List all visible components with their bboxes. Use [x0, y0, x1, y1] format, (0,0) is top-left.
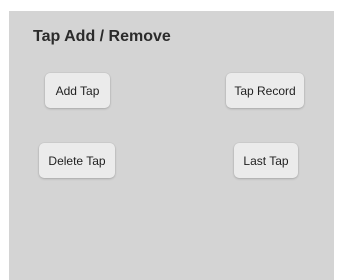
delete-tap-button[interactable]: Delete Tap	[39, 143, 115, 178]
panel-title: Tap Add / Remove	[33, 28, 171, 45]
last-tap-button[interactable]: Last Tap	[234, 143, 298, 178]
add-tap-button[interactable]: Add Tap	[45, 73, 110, 108]
tap-record-button[interactable]: Tap Record	[226, 73, 304, 108]
tap-add-remove-panel: Tap Add / Remove Add Tap Tap Record Dele…	[9, 11, 334, 280]
